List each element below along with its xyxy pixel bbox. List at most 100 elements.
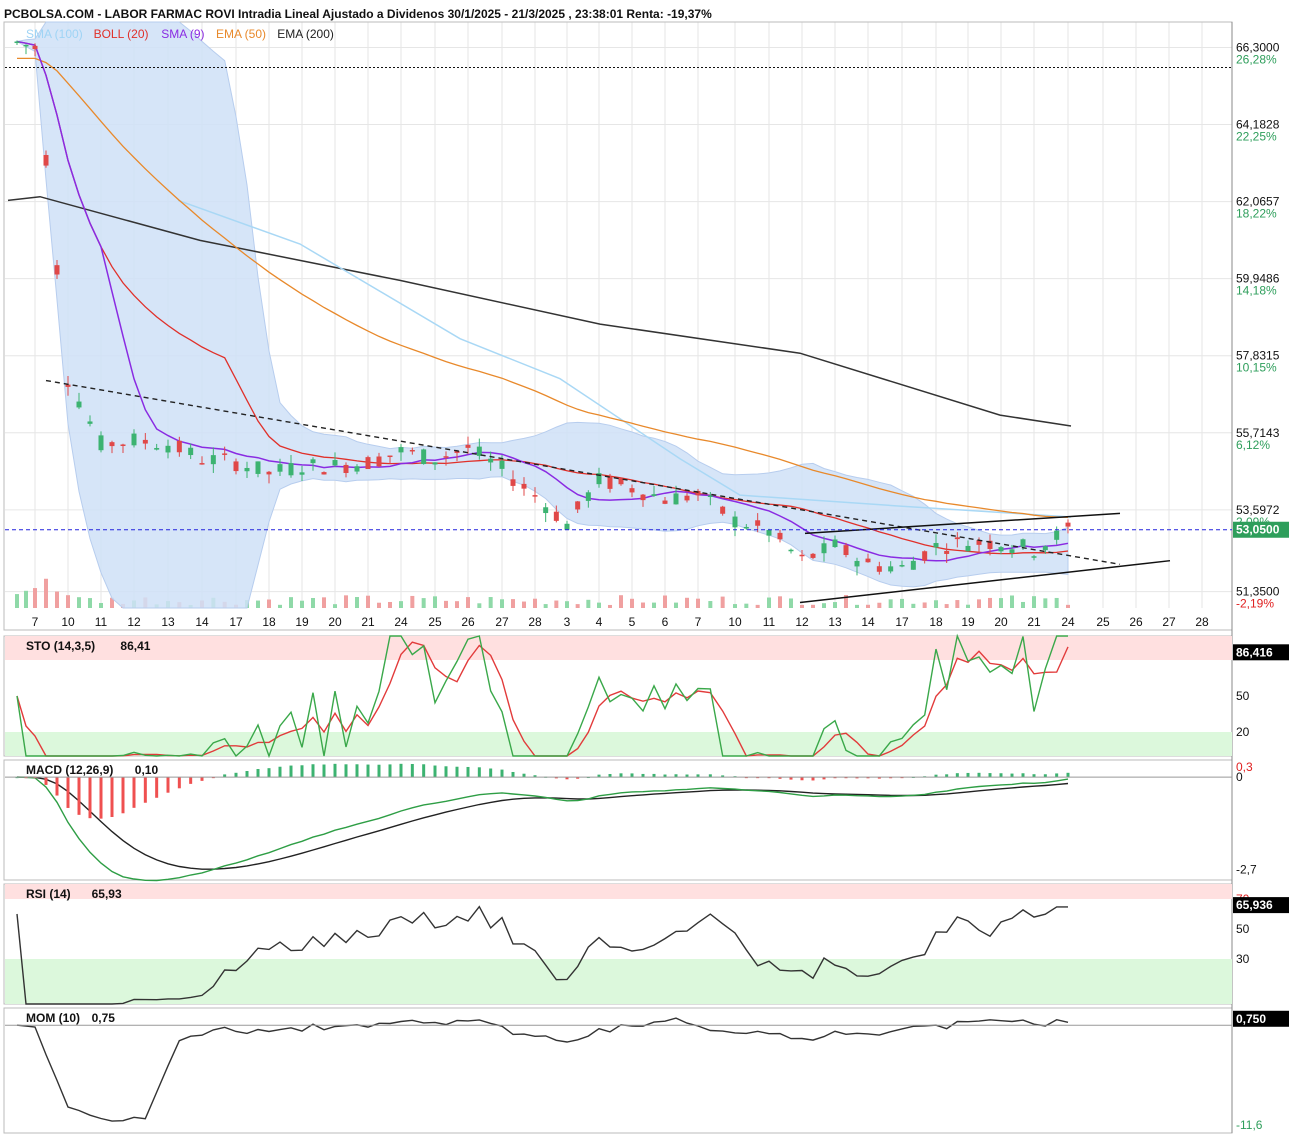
volume-bar xyxy=(608,604,612,608)
volume-bar xyxy=(1032,596,1036,608)
volume-bar xyxy=(720,596,725,608)
candle-body xyxy=(640,494,646,501)
volume-bar xyxy=(911,603,916,608)
macd-hist-bar xyxy=(289,765,293,778)
pct-tick-1: 22,25% xyxy=(1236,130,1277,144)
volume-bar xyxy=(388,601,392,608)
pct-tick-0: 26,28% xyxy=(1236,52,1277,66)
x-label-29: 20 xyxy=(994,615,1008,629)
candle-body xyxy=(673,493,679,505)
volume-bar xyxy=(767,597,771,608)
candle-body xyxy=(755,520,761,526)
volume-bar xyxy=(99,602,103,608)
macd-hist-bar xyxy=(189,777,193,784)
macd-hist-bar xyxy=(44,777,48,785)
volume-bar xyxy=(289,597,293,608)
sto-zone-1 xyxy=(5,732,1232,756)
x-label-23: 12 xyxy=(795,615,809,629)
candle-body xyxy=(843,545,849,556)
candle-body xyxy=(310,459,316,464)
volume-bar xyxy=(88,598,92,608)
mom-level-bottom: -11,6 xyxy=(1236,1118,1263,1132)
volume-bar xyxy=(565,601,569,608)
x-label-31: 24 xyxy=(1061,615,1075,629)
volume-bar xyxy=(543,604,548,608)
candle-body xyxy=(876,566,882,572)
x-label-35: 28 xyxy=(1195,615,1209,629)
macd-hist-bar xyxy=(333,763,337,778)
volume-bar xyxy=(366,595,370,608)
volume-bar xyxy=(663,595,667,608)
candle-body xyxy=(543,507,549,514)
volume-bar xyxy=(674,602,678,608)
candle-body xyxy=(888,566,894,572)
candle-body xyxy=(922,551,928,561)
volume-bar xyxy=(477,603,482,608)
x-label-13: 26 xyxy=(461,615,475,629)
candle-body xyxy=(288,463,294,476)
candle-body xyxy=(532,495,538,497)
candle-body xyxy=(32,45,38,50)
candle-body xyxy=(87,421,93,424)
legend-entry-1: BOLL (20) xyxy=(94,27,149,41)
candle-body xyxy=(910,560,916,570)
macd-hist-bar xyxy=(988,773,992,778)
mom-label: MOM (10) xyxy=(26,1011,80,1025)
volume-bar xyxy=(685,597,689,608)
x-label-24: 13 xyxy=(828,615,842,629)
macd-hist-bar xyxy=(245,771,249,778)
x-label-2: 11 xyxy=(95,615,108,629)
candle-body xyxy=(732,516,738,528)
candle-body xyxy=(142,439,148,444)
x-label-5: 14 xyxy=(195,615,209,629)
candle-body xyxy=(499,460,505,469)
macd-hist-bar xyxy=(955,773,959,778)
macd-hist-bar xyxy=(630,773,634,778)
candle-body xyxy=(98,435,104,451)
volume-bar xyxy=(444,600,448,608)
volume-bar xyxy=(300,600,304,608)
x-label-17: 4 xyxy=(596,615,603,629)
macd-hist-bar xyxy=(1066,772,1070,778)
x-label-10: 21 xyxy=(361,615,375,629)
candle-body xyxy=(165,445,171,453)
pct-tick-7: -2,19% xyxy=(1236,597,1274,611)
candle-body xyxy=(899,565,905,567)
volume-bar xyxy=(267,599,271,608)
x-label-16: 3 xyxy=(564,615,571,629)
macd-hist-bar xyxy=(366,764,370,778)
volume-bar xyxy=(44,578,48,608)
x-label-25: 14 xyxy=(861,615,875,629)
candle-body xyxy=(944,550,950,554)
x-label-12: 25 xyxy=(428,615,442,629)
volume-bar xyxy=(778,596,782,608)
candle-body xyxy=(585,492,591,501)
candle-body xyxy=(766,530,772,536)
candle-body xyxy=(76,401,82,408)
volume-bar xyxy=(630,598,634,608)
candle-body xyxy=(199,463,205,465)
volume-bar xyxy=(533,598,537,608)
x-label-3: 12 xyxy=(127,615,141,629)
candle-body xyxy=(387,455,393,458)
mom-series-0 xyxy=(16,1017,1069,1122)
chart-page: 7 10 11 12 13 14 17 18 19 20 21 24 25 26 27 28 3 4 5 6 7 10 11… xyxy=(0,0,1299,1138)
candle-body xyxy=(564,523,570,530)
macd-hist-bar xyxy=(155,777,159,798)
macd-hist-bar xyxy=(355,764,359,778)
x-label-1: 10 xyxy=(61,615,75,629)
macd-hist-bar xyxy=(444,766,448,778)
candle-body xyxy=(684,495,690,501)
volume-bar xyxy=(1021,601,1025,608)
macd-hist-bar xyxy=(132,777,136,808)
x-label-7: 18 xyxy=(262,615,276,629)
candle-body xyxy=(277,464,283,472)
candle-body xyxy=(332,460,338,466)
x-label-0: 7 xyxy=(32,615,39,629)
volume-bar xyxy=(77,597,81,608)
macd-hist-bar xyxy=(177,777,181,789)
macd-hist-bar xyxy=(322,764,326,778)
candle-body xyxy=(1009,549,1015,553)
sto-value: 86,41 xyxy=(120,639,150,653)
candle-body xyxy=(788,549,794,552)
